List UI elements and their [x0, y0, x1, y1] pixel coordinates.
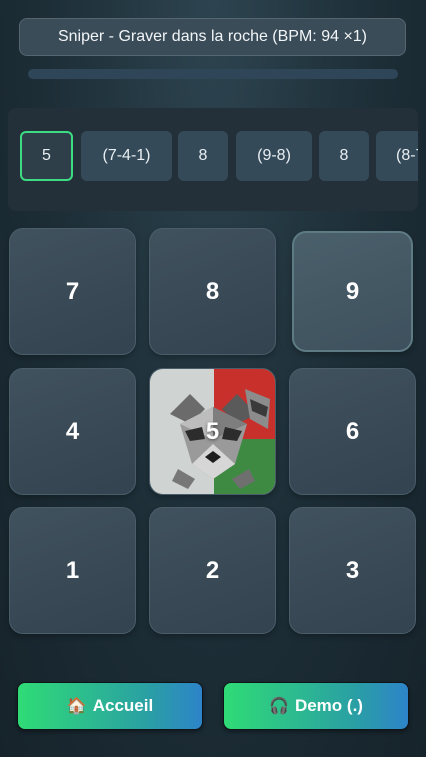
key-5[interactable]: 5 — [149, 368, 276, 495]
key-label: 5 — [205, 417, 220, 445]
sequence-item-current: 5 — [20, 131, 73, 181]
sequence-item: 8 — [178, 131, 228, 181]
demo-button[interactable]: 🎧 Demo (.) — [223, 682, 409, 730]
song-progress-bar — [28, 69, 398, 79]
sequence-item: (8-7 — [376, 131, 418, 181]
key-4[interactable]: 4 — [9, 368, 136, 495]
key-label: 2 — [205, 556, 220, 584]
demo-button-label: Demo (.) — [294, 696, 363, 715]
home-icon: 🏠 — [66, 698, 87, 715]
sequence-item: 8 — [319, 131, 369, 181]
key-9[interactable]: 9 — [292, 231, 413, 352]
key-label: 9 — [345, 277, 360, 305]
home-button-label: Accueil — [92, 696, 154, 715]
headphones-icon: 🎧 — [269, 698, 289, 715]
song-title-text: Sniper - Graver dans la roche (BPM: 94 ×… — [57, 28, 368, 45]
key-label: 6 — [345, 417, 360, 445]
note-sequence: 5 (7-4-1) 8 (9-8) 8 (8-7 — [8, 108, 418, 211]
key-label: 8 — [205, 277, 220, 305]
sequence-item: (9-8) — [236, 131, 312, 181]
key-3[interactable]: 3 — [289, 507, 416, 634]
key-1[interactable]: 1 — [9, 507, 136, 634]
key-8[interactable]: 8 — [149, 228, 276, 355]
home-button[interactable]: 🏠 Accueil — [17, 682, 203, 730]
key-6[interactable]: 6 — [289, 368, 416, 495]
key-label: 1 — [65, 556, 80, 584]
sequence-item: (7-4-1) — [81, 131, 172, 181]
key-2[interactable]: 2 — [149, 507, 276, 634]
key-label: 7 — [65, 277, 80, 305]
key-label: 4 — [65, 417, 80, 445]
key-label: 3 — [345, 556, 360, 584]
song-title: Sniper - Graver dans la roche (BPM: 94 ×… — [19, 18, 406, 56]
key-7[interactable]: 7 — [9, 228, 136, 355]
